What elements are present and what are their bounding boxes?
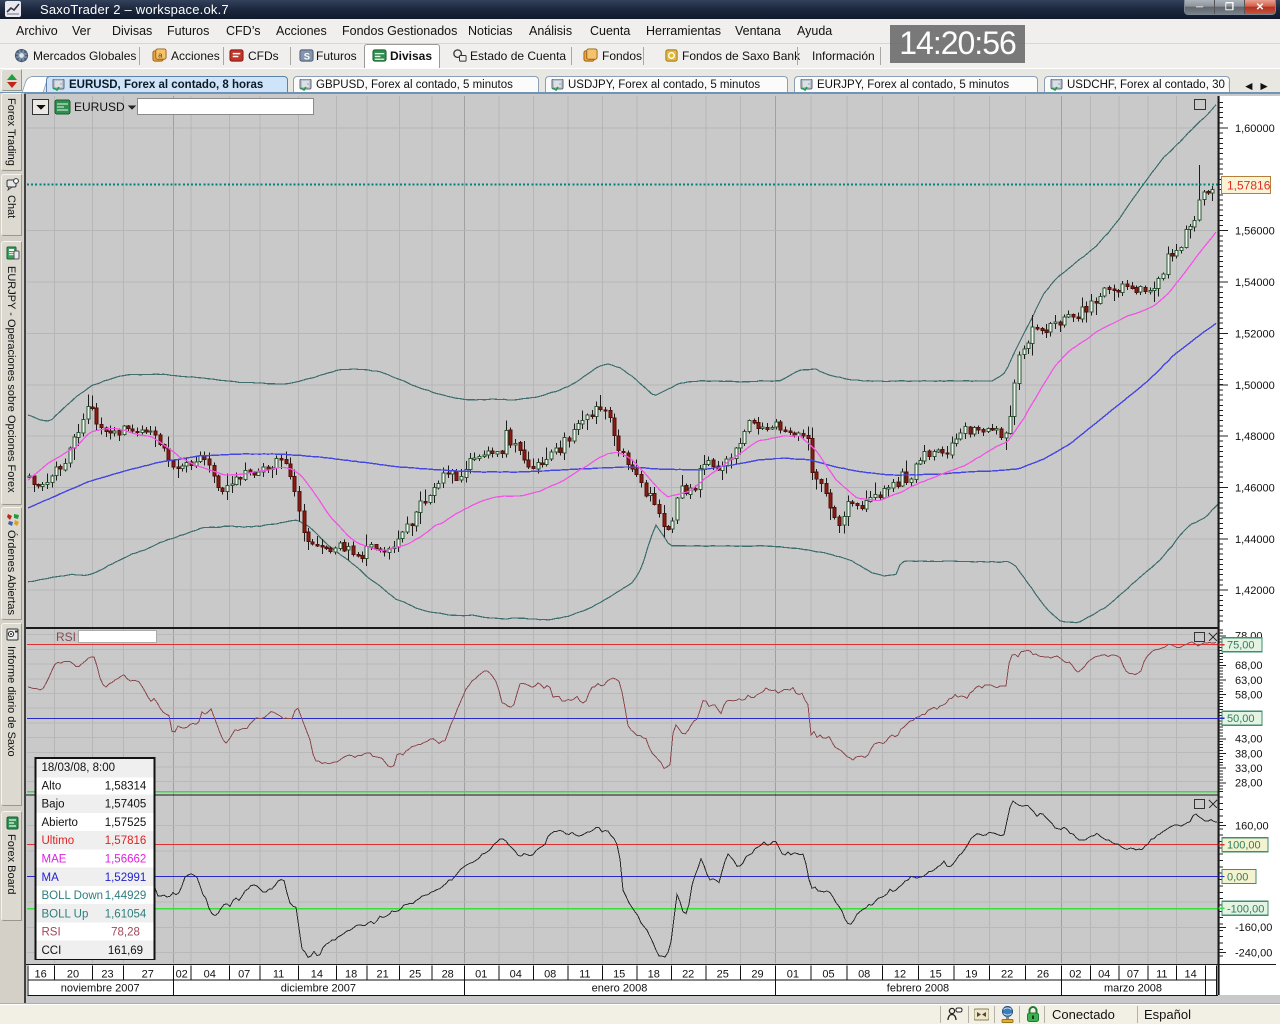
svg-text:01: 01 (475, 969, 487, 981)
svg-text:02: 02 (1069, 969, 1081, 981)
svg-text:08: 08 (858, 969, 870, 981)
svg-text:38,00: 38,00 (1235, 748, 1263, 760)
svg-text:50,00: 50,00 (1227, 713, 1255, 725)
svg-text:33,00: 33,00 (1235, 763, 1263, 775)
svg-text:14: 14 (1184, 969, 1196, 981)
svg-text:1,60000: 1,60000 (1235, 123, 1275, 135)
svg-text:28: 28 (442, 969, 454, 981)
svg-text:noviembre 2007: noviembre 2007 (61, 983, 140, 995)
svg-text:160,00: 160,00 (1235, 821, 1269, 833)
svg-text:-160,00: -160,00 (1235, 922, 1272, 934)
svg-text:18/03/08, 8:00: 18/03/08, 8:00 (42, 762, 116, 774)
svg-text:BOLL Down: BOLL Down (42, 890, 104, 902)
svg-text:63,00: 63,00 (1235, 675, 1263, 687)
svg-text:43,00: 43,00 (1235, 734, 1263, 746)
svg-text:15: 15 (929, 969, 941, 981)
svg-text:21: 21 (376, 969, 388, 981)
svg-text:CCI: CCI (42, 945, 62, 957)
svg-text:04: 04 (1098, 969, 1110, 981)
svg-text:20: 20 (67, 969, 79, 981)
svg-text:RSI: RSI (56, 630, 76, 644)
svg-text:78,28: 78,28 (111, 927, 140, 939)
svg-text:11: 11 (1156, 969, 1167, 981)
svg-text:RSI: RSI (42, 927, 61, 939)
svg-text:19: 19 (965, 969, 977, 981)
svg-text:16: 16 (34, 969, 46, 981)
svg-text:1,57405: 1,57405 (105, 799, 147, 811)
svg-text:Abierto: Abierto (42, 817, 78, 829)
svg-text:25: 25 (409, 969, 421, 981)
svg-text:22: 22 (1001, 969, 1013, 981)
svg-text:Alto: Alto (42, 780, 62, 792)
svg-text:enero 2008: enero 2008 (592, 983, 648, 995)
svg-text:1,48000: 1,48000 (1235, 431, 1275, 443)
svg-text:-100,00: -100,00 (1227, 903, 1264, 915)
svg-text:02: 02 (176, 969, 188, 981)
svg-text:Bajo: Bajo (42, 799, 65, 811)
svg-text:27: 27 (142, 969, 154, 981)
svg-text:68,00: 68,00 (1235, 660, 1263, 672)
svg-text:EURUSD: EURUSD (74, 100, 125, 114)
svg-text:1,56662: 1,56662 (105, 854, 147, 866)
svg-text:07: 07 (238, 969, 250, 981)
svg-text:0,00: 0,00 (1227, 872, 1248, 884)
svg-text:28,00: 28,00 (1235, 778, 1263, 790)
svg-text:1,61054: 1,61054 (105, 908, 147, 920)
svg-text:1,44929: 1,44929 (105, 890, 147, 902)
svg-text:08: 08 (544, 969, 556, 981)
svg-text:1,57816: 1,57816 (105, 835, 147, 847)
svg-text:1,46000: 1,46000 (1235, 482, 1275, 494)
svg-text:161,69: 161,69 (108, 945, 143, 957)
svg-text:diciembre 2007: diciembre 2007 (281, 983, 356, 995)
svg-text:04: 04 (510, 969, 522, 981)
svg-text:26: 26 (1037, 969, 1049, 981)
svg-text:58,00: 58,00 (1235, 690, 1263, 702)
svg-text:BOLL Up: BOLL Up (42, 908, 89, 920)
svg-text:1,58314: 1,58314 (105, 780, 147, 792)
svg-text:S: S (304, 51, 310, 61)
svg-text:1,42000: 1,42000 (1235, 585, 1275, 597)
svg-text:29: 29 (751, 969, 763, 981)
svg-text:25: 25 (717, 969, 729, 981)
svg-text:18: 18 (648, 969, 660, 981)
svg-text:01: 01 (787, 969, 799, 981)
svg-text:1,52000: 1,52000 (1235, 328, 1275, 340)
svg-text:07: 07 (1127, 969, 1139, 981)
svg-text:MA: MA (42, 872, 60, 884)
svg-text:100,00: 100,00 (1227, 840, 1261, 852)
svg-text:febrero 2008: febrero 2008 (887, 983, 949, 995)
svg-text:12: 12 (894, 969, 906, 981)
svg-text:1,50000: 1,50000 (1235, 380, 1275, 392)
svg-text:-240,00: -240,00 (1235, 948, 1272, 960)
svg-text:marzo 2008: marzo 2008 (1104, 983, 1162, 995)
svg-text:1,57816: 1,57816 (1227, 179, 1271, 193)
svg-text:05: 05 (822, 969, 834, 981)
svg-text:MAE: MAE (42, 854, 67, 866)
svg-text:1,52991: 1,52991 (105, 872, 147, 884)
svg-text:18: 18 (345, 969, 357, 981)
svg-text:1,54000: 1,54000 (1235, 277, 1275, 289)
svg-text:23: 23 (101, 969, 113, 981)
svg-text:1,56000: 1,56000 (1235, 226, 1275, 238)
svg-text:1,44000: 1,44000 (1235, 534, 1275, 546)
svg-text:1,57525: 1,57525 (105, 817, 147, 829)
svg-text:Ultimo: Ultimo (42, 835, 75, 847)
svg-text:22: 22 (682, 969, 694, 981)
svg-text:04: 04 (204, 969, 216, 981)
svg-text:15: 15 (613, 969, 625, 981)
svg-text:11: 11 (579, 969, 590, 981)
svg-text:14: 14 (311, 969, 323, 981)
svg-text:11: 11 (273, 969, 284, 981)
svg-text:75,00: 75,00 (1227, 640, 1255, 652)
